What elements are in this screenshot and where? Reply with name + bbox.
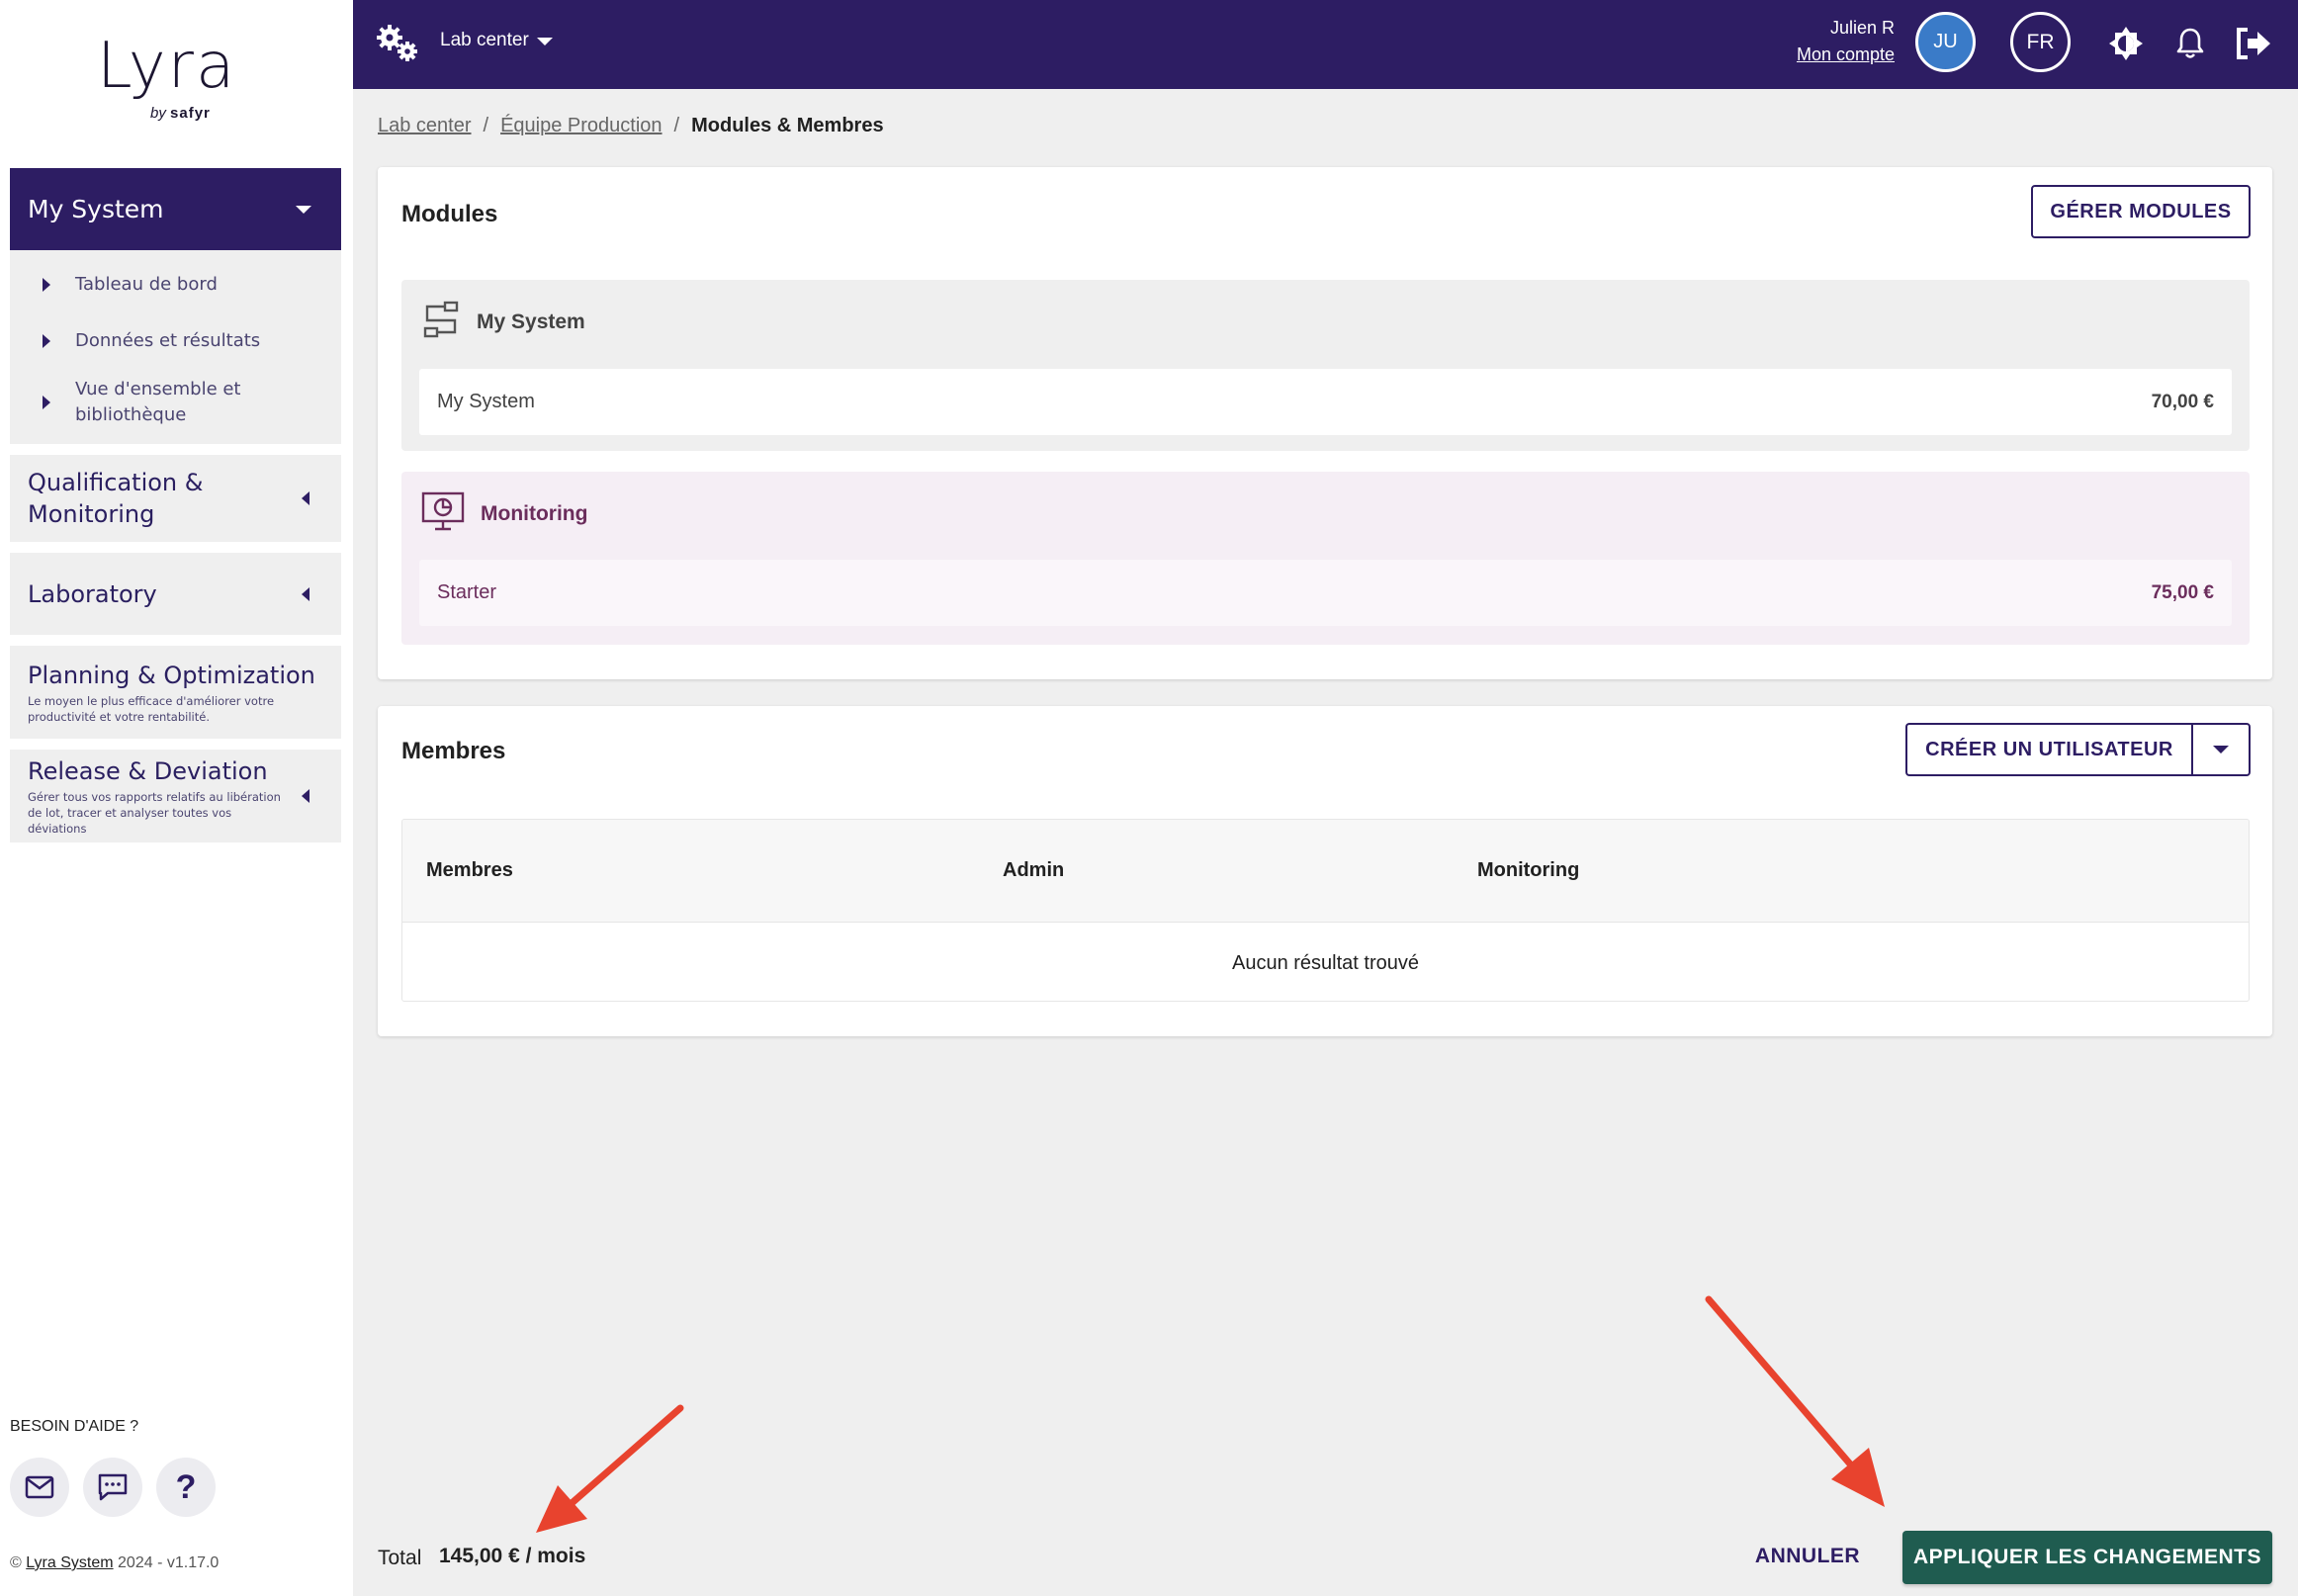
logo-by: by: [150, 105, 166, 122]
chevron-down-icon[interactable]: [537, 38, 553, 45]
help-label: BESOIN D'AIDE ?: [10, 1418, 139, 1435]
breadcrumb: Lab center / Équipe Production / Modules & M…: [378, 115, 884, 137]
members-card: Membres CRÉER UN UTILISATEUR Membres Adm…: [378, 706, 2272, 1036]
total-value: 145,00 € / mois: [439, 1545, 586, 1567]
module-monitoring: Monitoring Starter 75,00 €: [401, 472, 2250, 645]
chevron-left-icon: [302, 789, 309, 803]
nav-group-header-qualification: Qualification & Monitoring: [10, 455, 341, 542]
user-name: Julien R: [1829, 18, 1895, 38]
chevron-left-icon: [302, 586, 309, 601]
nav-group-title: Laboratory: [28, 579, 157, 608]
nav-group-header-laboratory: Laboratory: [10, 553, 341, 635]
context-selector[interactable]: Lab center: [440, 30, 529, 51]
nav-group-qualification[interactable]: Qualification & Monitoring: [10, 455, 341, 542]
create-user-menu-button[interactable]: [2191, 723, 2251, 776]
theme-toggle-icon[interactable]: [2106, 24, 2146, 63]
nav-group-header-planning: Planning & Optimization Le moyen le plus…: [10, 646, 341, 739]
module-header: Monitoring: [421, 491, 587, 537]
column-header-admin[interactable]: Admin: [1003, 859, 1064, 882]
module-row: My System 70,00 €: [419, 369, 2232, 435]
nav-group-title: Qualification & Monitoring: [28, 469, 204, 528]
modules-title: Modules: [401, 201, 498, 227]
members-title: Membres: [401, 738, 506, 764]
sidebar-item-donnees-resultats[interactable]: Données et résultats: [10, 311, 341, 371]
mail-icon[interactable]: [10, 1458, 69, 1517]
module-my-system: My System My System 70,00 €: [401, 280, 2250, 451]
breadcrumb-separator: /: [483, 115, 489, 136]
system-icon: [421, 300, 461, 345]
nav-group-subtitle: Le moyen le plus efficace d'améliorer vo…: [28, 694, 275, 724]
chevron-right-icon: [43, 396, 50, 409]
column-header-membres[interactable]: Membres: [426, 859, 513, 882]
nav-group-header-release: Release & Deviation Gérer tous vos rappo…: [10, 750, 341, 842]
create-user-button[interactable]: CRÉER UN UTILISATEUR: [1905, 723, 2191, 776]
breadcrumb-separator: /: [673, 115, 680, 136]
sidebar-nav: My System Tableau de bord Données et rés…: [10, 168, 341, 853]
annotation-arrow-total: [536, 1404, 684, 1533]
nav-group-subtitle: Gérer tous vos rapports relatifs au libé…: [28, 790, 281, 836]
nav-group-title: Release & Deviation: [28, 757, 268, 785]
logo-byline: by safyr: [150, 105, 211, 122]
sidebar: Lyra by safyr My System Tableau de bord …: [0, 0, 353, 1596]
nav-group-laboratory[interactable]: Laboratory: [10, 553, 341, 635]
module-row-label: Starter: [437, 581, 497, 603]
module-name: My System: [477, 310, 585, 333]
module-price: 75,00 €: [2151, 581, 2214, 603]
modules-card: Modules GÉRER MODULES My System My Syste…: [378, 167, 2272, 679]
chevron-right-icon: [43, 278, 50, 292]
module-name: Monitoring: [481, 502, 588, 525]
nav-group-title: My System: [28, 195, 164, 223]
module-price: 70,00 €: [2151, 391, 2214, 412]
members-table: Membres Admin Monitoring Aucun résultat …: [401, 819, 2250, 1002]
chevron-down-icon: [296, 205, 311, 214]
sidebar-item-vue-ensemble[interactable]: Vue d'ensemble et bibliothèque: [10, 371, 341, 434]
cancel-button[interactable]: ANNULER: [1740, 1531, 1875, 1582]
nav-group-planning[interactable]: Planning & Optimization Le moyen le plus…: [10, 646, 341, 739]
top-bar: Lab center Julien R Mon compte JU FR: [353, 0, 2298, 89]
logo-wordmark: Lyra: [97, 30, 237, 103]
chat-icon[interactable]: [83, 1458, 142, 1517]
logo-company: safyr: [170, 105, 211, 122]
sidebar-item-tableau-de-bord[interactable]: Tableau de bord: [10, 258, 341, 311]
chevron-down-icon: [2213, 746, 2229, 754]
account-link[interactable]: Mon compte: [1797, 44, 1895, 65]
copyright: © Lyra System 2024 - v1.17.0: [10, 1554, 219, 1572]
bell-icon[interactable]: [2170, 24, 2210, 63]
monitor-chart-icon: [421, 491, 465, 537]
breadcrumb-lab-center[interactable]: Lab center: [378, 115, 472, 136]
annotation-arrow-apply: [1705, 1295, 1885, 1507]
copyright-version: 2024 - v1.17.0: [118, 1554, 220, 1571]
lyra-logo[interactable]: Lyra by safyr: [89, 30, 267, 129]
empty-state: Aucun résultat trouvé: [1232, 952, 1419, 974]
table-header: Membres Admin Monitoring: [402, 820, 2249, 923]
nav-group-release[interactable]: Release & Deviation Gérer tous vos rappo…: [10, 750, 341, 842]
module-row-label: My System: [437, 391, 535, 412]
settings-gears-icon[interactable]: [375, 24, 422, 68]
nav-group-title: Planning & Optimization: [28, 662, 315, 689]
nav-group-my-system: My System Tableau de bord Données et rés…: [10, 168, 341, 444]
apply-changes-button[interactable]: APPLIQUER LES CHANGEMENTS: [1902, 1531, 2272, 1584]
copyright-symbol: ©: [10, 1554, 22, 1571]
language-button[interactable]: FR: [2010, 12, 2071, 72]
chevron-left-icon: [302, 491, 309, 505]
question-icon[interactable]: ?: [156, 1458, 216, 1517]
sidebar-item-label: Tableau de bord: [75, 274, 218, 295]
module-row: Starter 75,00 €: [419, 560, 2232, 626]
nav-group-header-my-system[interactable]: My System: [10, 168, 341, 250]
sidebar-item-label: Vue d'ensemble et bibliothèque: [75, 379, 241, 425]
total-label: Total: [378, 1547, 422, 1569]
breadcrumb-current: Modules & Membres: [691, 115, 884, 136]
help-icons: ?: [10, 1458, 216, 1517]
avatar[interactable]: JU: [1915, 12, 1976, 72]
column-header-monitoring[interactable]: Monitoring: [1477, 859, 1579, 882]
module-header: My System: [421, 300, 585, 345]
sidebar-item-label: Données et résultats: [75, 330, 261, 351]
breadcrumb-equipe-production[interactable]: Équipe Production: [500, 115, 662, 136]
lyra-system-link[interactable]: Lyra System: [26, 1554, 113, 1571]
manage-modules-button[interactable]: GÉRER MODULES: [2031, 185, 2251, 238]
logout-icon[interactable]: [2234, 24, 2273, 63]
chevron-right-icon: [43, 334, 50, 348]
